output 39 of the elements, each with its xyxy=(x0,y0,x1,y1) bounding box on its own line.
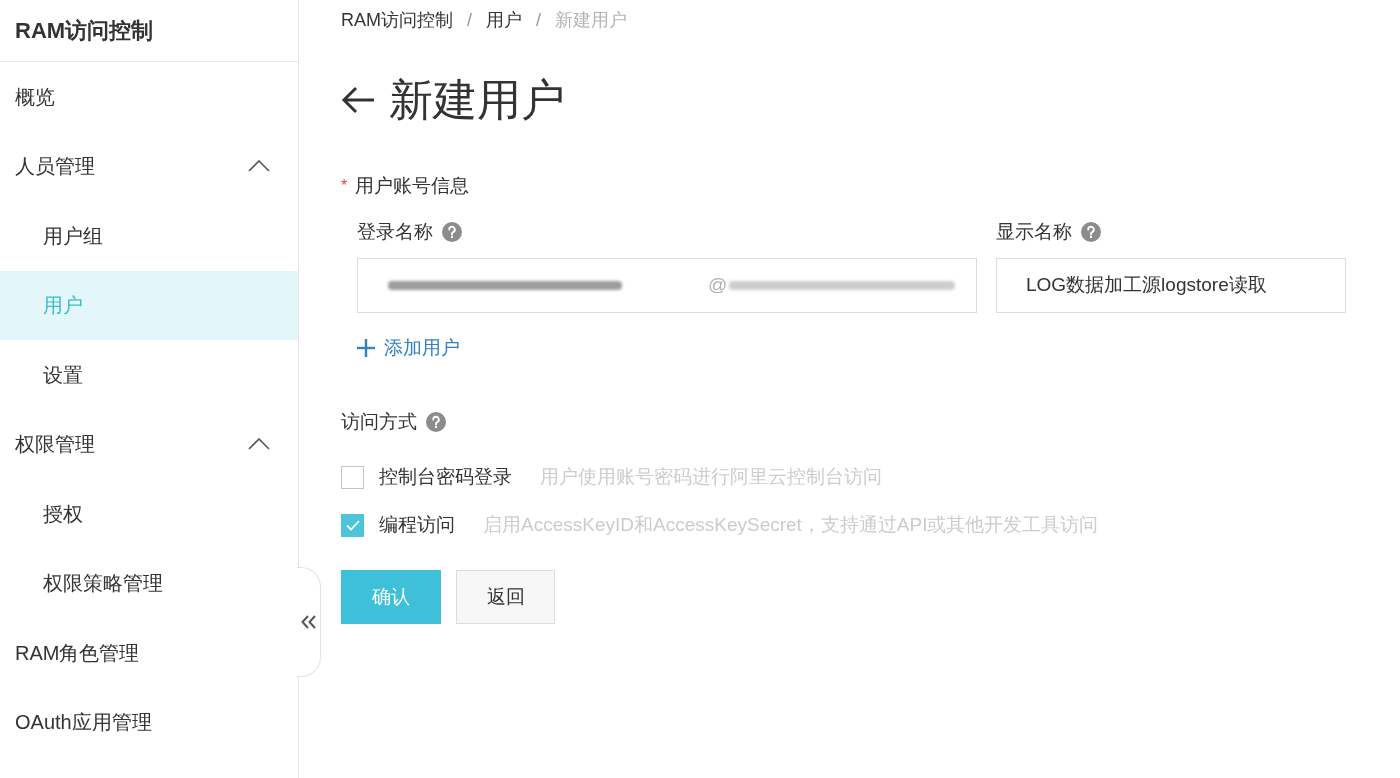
breadcrumb-link[interactable]: 用户 xyxy=(486,8,522,32)
sidebar-item[interactable]: 用户组 xyxy=(0,201,298,271)
section-label: 用户账号信息 xyxy=(355,174,470,198)
group-label: 权限管理 xyxy=(15,432,95,458)
breadcrumb-current-page: 新建用户 xyxy=(555,9,628,32)
checkbox-label[interactable]: 控制台密码登录 xyxy=(379,465,512,489)
required-mark: * xyxy=(341,176,348,196)
checkbox[interactable] xyxy=(341,513,364,537)
sidebar-item[interactable]: OAuth应用管理 xyxy=(0,687,298,757)
sidebar-item[interactable]: 设置 xyxy=(0,340,298,410)
sidebar-item[interactable]: 授权 xyxy=(0,479,298,549)
double-chevron-left-icon xyxy=(300,615,317,629)
at-sign: @ xyxy=(708,273,728,298)
help-icon[interactable] xyxy=(426,412,446,432)
display-name-input[interactable]: LOG数据加工源logstore读取 xyxy=(996,258,1346,313)
sidebar-group[interactable]: 权限管理 xyxy=(0,409,298,479)
breadcrumb-link[interactable]: RAM访问控制 xyxy=(341,8,453,32)
help-icon[interactable] xyxy=(442,222,462,242)
field-label: 显示名称 xyxy=(996,220,1072,244)
breadcrumb-separator: / xyxy=(467,9,472,32)
checkbox[interactable] xyxy=(341,465,364,489)
add-user-link[interactable]: 添加用户 xyxy=(357,336,460,360)
field-label: 登录名称 xyxy=(357,220,433,244)
sidebar-item[interactable]: RAM角色管理 xyxy=(0,618,298,688)
checkmark-icon xyxy=(345,519,360,531)
sidebar-title: RAM访问控制 xyxy=(15,17,154,45)
section-label: 访问方式 xyxy=(341,410,417,434)
sidebar-item[interactable]: 概览 xyxy=(0,62,298,132)
arrow-left-icon[interactable] xyxy=(341,86,375,114)
plus-icon xyxy=(357,339,375,357)
back-button[interactable]: 返回 xyxy=(456,570,555,624)
collapse-sidebar-button[interactable] xyxy=(297,567,321,677)
sidebar-item[interactable]: 权限策略管理 xyxy=(0,548,298,618)
sidebar-group[interactable]: 人员管理 xyxy=(0,131,298,201)
page-title: 新建用户 xyxy=(389,74,565,126)
group-label: 人员管理 xyxy=(15,154,95,180)
breadcrumb-separator: / xyxy=(536,9,542,32)
help-icon[interactable] xyxy=(1081,222,1101,242)
checkbox-label[interactable]: 编程访问 xyxy=(379,513,455,537)
